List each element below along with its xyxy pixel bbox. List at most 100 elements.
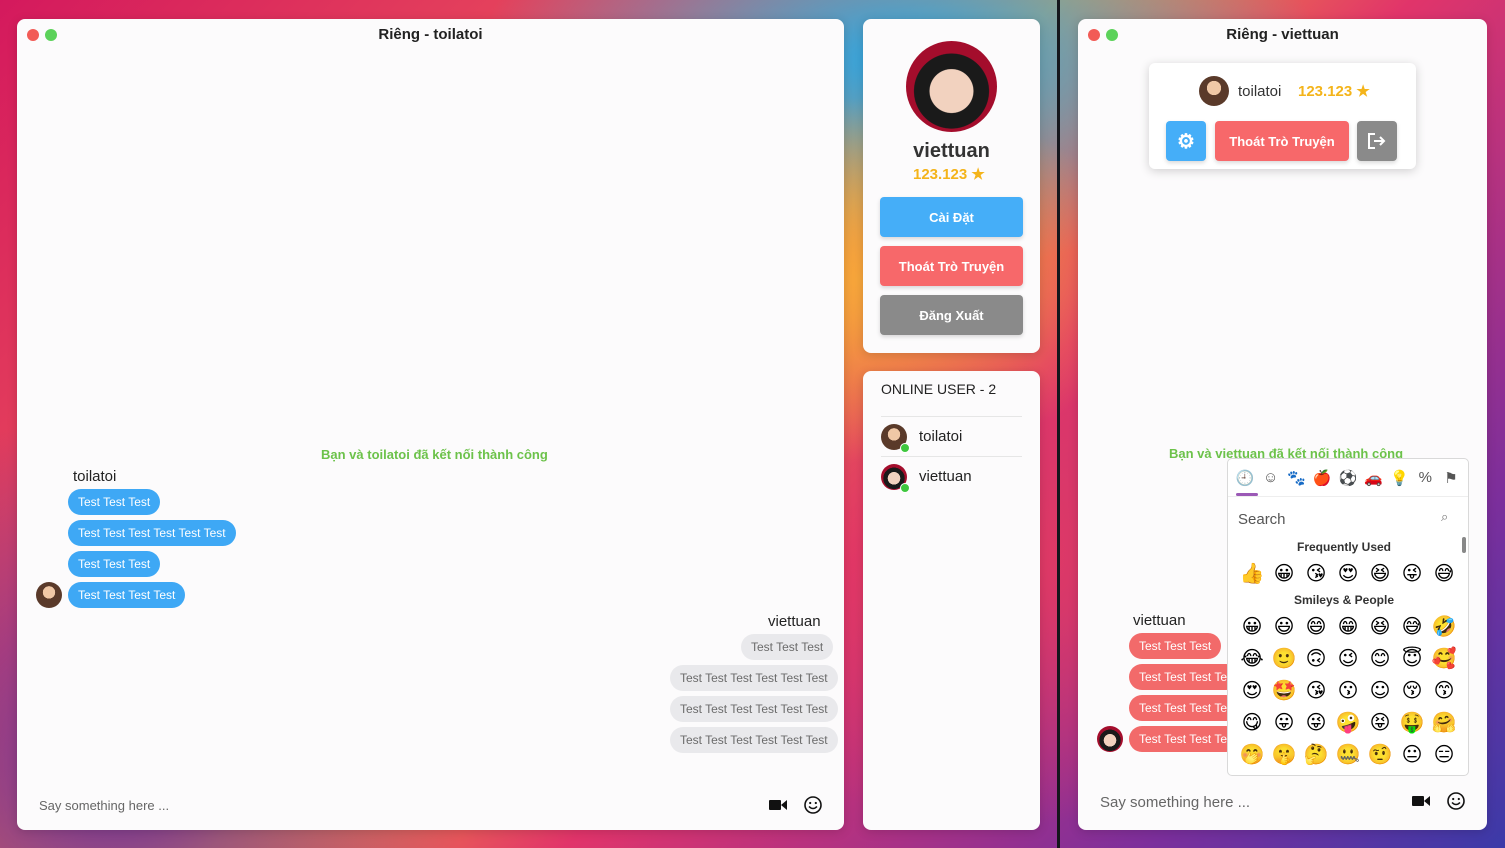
score-value: 123.123 xyxy=(913,166,968,183)
emoji-item[interactable]: 😆 xyxy=(1364,610,1396,642)
emoji-item[interactable]: 😚 xyxy=(1396,674,1428,706)
emoji-item[interactable]: 😃 xyxy=(1268,610,1300,642)
profile-avatar xyxy=(906,41,997,132)
flag-icon[interactable]: ⚑ xyxy=(1441,468,1461,488)
emoji-item[interactable]: 🤨 xyxy=(1364,738,1396,770)
outgoing-sender-name: viettuan xyxy=(768,613,821,630)
leave-chat-button[interactable]: Thoát Trò Truyện xyxy=(880,246,1023,286)
emoji-item[interactable]: 😊 xyxy=(1364,642,1396,674)
settings-gear-button[interactable]: ⚙ xyxy=(1166,121,1206,161)
travel-icon[interactable]: 🚗 xyxy=(1364,468,1384,488)
outgoing-message: Test Test Test xyxy=(741,634,834,660)
screen-divider xyxy=(1057,0,1060,848)
emoji-item[interactable]: 😉 xyxy=(1332,642,1364,674)
emoji-item[interactable]: ☺ xyxy=(1364,674,1396,706)
scrollbar[interactable] xyxy=(1462,537,1466,553)
emoji-item[interactable]: 😁 xyxy=(1332,610,1364,642)
emoji-item[interactable]: 😜 xyxy=(1300,706,1332,738)
emoji-item[interactable]: 😛 xyxy=(1268,706,1300,738)
food-icon[interactable]: 🍎 xyxy=(1312,468,1332,488)
sport-icon[interactable]: ⚽ xyxy=(1338,468,1358,488)
emoji-item[interactable]: 🤫 xyxy=(1268,738,1300,770)
outgoing-message: Test Test Test Test Test Test xyxy=(670,727,838,753)
section-smileys-title: Smileys & People xyxy=(1293,593,1395,607)
video-camera-icon[interactable] xyxy=(1411,792,1431,810)
avatar xyxy=(1199,76,1229,106)
clock-icon[interactable]: 🕘 xyxy=(1235,468,1255,488)
emoji-item[interactable]: 😅 xyxy=(1396,610,1428,642)
incoming-message: Test Test Test xyxy=(68,489,161,515)
emoji-item[interactable]: 🙃 xyxy=(1300,642,1332,674)
animal-icon[interactable]: 🐾 xyxy=(1286,468,1306,488)
emoji-item[interactable]: 🤑 xyxy=(1396,706,1428,738)
sender-name: viettuan xyxy=(1133,612,1186,629)
emoji-item[interactable]: 😘 xyxy=(1300,674,1332,706)
emoji-item[interactable]: 😀 xyxy=(1236,610,1268,642)
emoji-item[interactable]: 😂 xyxy=(1236,642,1268,674)
emoji-item[interactable]: 😅 xyxy=(1428,557,1460,589)
emoji-item[interactable]: 🤐 xyxy=(1332,738,1364,770)
online-user-name: viettuan xyxy=(919,468,972,485)
emoji-item[interactable]: 🤗 xyxy=(1428,706,1460,738)
avatar xyxy=(881,463,910,493)
emoji-item[interactable]: 🤩 xyxy=(1268,674,1300,706)
logout-icon xyxy=(1368,133,1386,149)
emoji-item[interactable]: 😐 xyxy=(1396,738,1428,770)
profile-card: viettuan 123.123 ★ Cài Đặt Thoát Trò Tru… xyxy=(863,19,1040,353)
score-value: 123.123 xyxy=(1298,83,1353,100)
message-input[interactable]: Say something here ... xyxy=(1100,794,1250,811)
emoji-item[interactable]: 😄 xyxy=(1300,610,1332,642)
emoji-item[interactable]: 🙂 xyxy=(1268,642,1300,674)
video-camera-icon[interactable] xyxy=(768,796,788,814)
emoji-icon[interactable] xyxy=(803,795,823,815)
section-frequent-title: Frequently Used xyxy=(1296,540,1392,554)
emoji-icon[interactable] xyxy=(1446,791,1466,811)
avatar xyxy=(36,582,62,608)
emoji-picker: 🕘 ☺ 🐾 🍎 ⚽ 🚗 💡 % ⚑ Search ⌕ Frequently Us… xyxy=(1227,458,1469,776)
settings-button[interactable]: Cài Đặt xyxy=(880,197,1023,237)
emoji-item[interactable]: 🤭 xyxy=(1236,738,1268,770)
emoji-item[interactable]: 🤪 xyxy=(1332,706,1364,738)
emoji-item[interactable]: 😙 xyxy=(1428,674,1460,706)
online-user-name: toilatoi xyxy=(919,428,963,445)
emoji-item[interactable]: 🤔 xyxy=(1300,738,1332,770)
smiley-icon[interactable]: ☺ xyxy=(1261,468,1281,488)
incoming-message: Test Test Test Test Test Test xyxy=(1129,726,1239,752)
online-user-item[interactable]: viettuan xyxy=(881,456,1022,496)
outgoing-message: Test Test Test Test Test Test xyxy=(670,696,838,722)
emoji-item[interactable]: 😝 xyxy=(1364,706,1396,738)
message-input[interactable]: Say something here ... xyxy=(39,798,169,813)
incoming-message: Test Test Test xyxy=(1129,633,1222,659)
star-icon: ★ xyxy=(1356,83,1370,100)
online-user-item[interactable]: toilatoi xyxy=(881,416,1022,456)
bulb-icon[interactable]: 💡 xyxy=(1389,468,1409,488)
emoji-item[interactable]: 😍 xyxy=(1236,674,1268,706)
emoji-item[interactable]: 😇 xyxy=(1396,642,1428,674)
emoji-item[interactable]: 😋 xyxy=(1236,706,1268,738)
emoji-item[interactable]: 😑 xyxy=(1428,738,1460,770)
user-popover: toilatoi 123.123 ★ ⚙ Thoát Trò Truyện xyxy=(1149,63,1416,169)
emoji-item[interactable]: 😀 xyxy=(1268,557,1300,589)
chat-window-left: Riêng - toilatoi Bạn và toilatoi đã kết … xyxy=(17,19,844,830)
emoji-search-input[interactable]: Search xyxy=(1238,511,1286,528)
emoji-item[interactable]: 😜 xyxy=(1396,557,1428,589)
window-title: Riêng - viettuan xyxy=(1226,26,1339,43)
emoji-category-bar: 🕘 ☺ 🐾 🍎 ⚽ 🚗 💡 % ⚑ xyxy=(1228,459,1468,497)
leave-chat-button[interactable]: Thoát Trò Truyện xyxy=(1215,121,1349,161)
incoming-message: Test Test Test Test Test Test xyxy=(1129,695,1239,721)
outgoing-message: Test Test Test Test Test Test xyxy=(670,665,838,691)
symbols-icon[interactable]: % xyxy=(1415,468,1435,488)
profile-name: viettuan xyxy=(913,140,990,162)
incoming-message: Test Test Test Test Test Test xyxy=(1129,664,1239,690)
logout-icon-button[interactable] xyxy=(1357,121,1397,161)
emoji-item[interactable]: 🤣 xyxy=(1428,610,1460,642)
emoji-item[interactable]: 😆 xyxy=(1364,557,1396,589)
emoji-item[interactable]: 😘 xyxy=(1300,557,1332,589)
emoji-item[interactable]: 🥰 xyxy=(1428,642,1460,674)
search-icon: ⌕ xyxy=(1441,509,1449,524)
window-title: Riêng - toilatoi xyxy=(378,26,483,43)
emoji-item[interactable]: 👍 xyxy=(1236,557,1268,589)
emoji-item[interactable]: 😗 xyxy=(1332,674,1364,706)
emoji-item[interactable]: 😍 xyxy=(1332,557,1364,589)
logout-button[interactable]: Đăng Xuất xyxy=(880,295,1023,335)
